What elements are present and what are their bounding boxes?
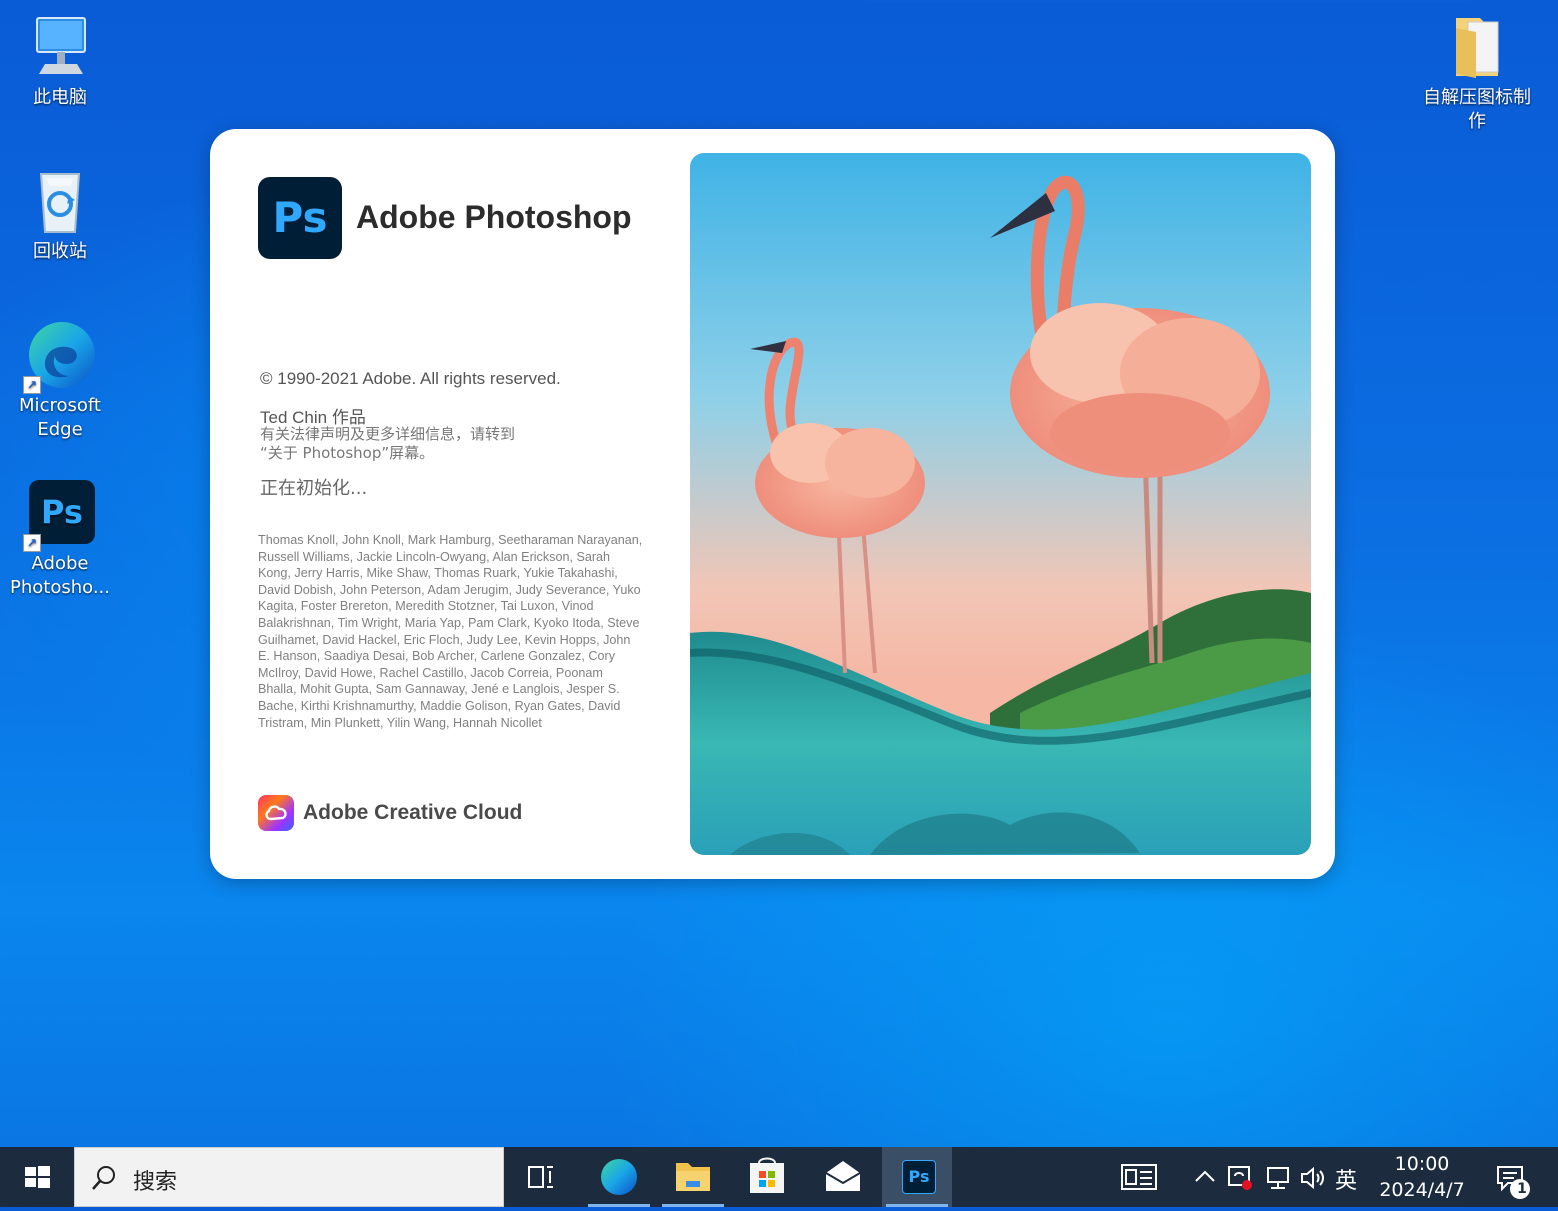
taskbar-mail-button[interactable]: [808, 1147, 878, 1207]
edge-icon: [601, 1159, 637, 1195]
edge-icon: ↗: [23, 320, 95, 394]
copyright-text: © 1990-2021 Adobe. All rights reserved.: [260, 369, 561, 388]
search-placeholder: 搜索: [133, 1170, 178, 1195]
store-icon: [750, 1157, 784, 1193]
photoshop-icon: Ps: [902, 1160, 936, 1194]
clock-date: 2024/4/7: [1379, 1179, 1465, 1201]
desktop-icon-folder[interactable]: 自解压图标制 作: [1418, 12, 1536, 134]
desktop-icon-label-line2: Photosho...: [10, 577, 110, 598]
creative-cloud-label: Adobe Creative Cloud: [303, 801, 523, 824]
creative-cloud-icon: [258, 795, 294, 831]
photoshop-splash-screen: Ps Adobe Photoshop © 1990-2021 Adobe. Al…: [210, 129, 1335, 879]
legal-line-1: 有关法律声明及更多详细信息，请转到: [260, 425, 516, 443]
taskbar-photoshop-button[interactable]: Ps: [882, 1147, 952, 1207]
update-tray-button[interactable]: [1226, 1163, 1256, 1193]
taskbar-store-button[interactable]: [732, 1147, 802, 1207]
mail-icon: [825, 1161, 861, 1191]
desktop-icon-label-line2: 作: [1468, 111, 1486, 132]
start-button[interactable]: [0, 1147, 72, 1207]
app-title: Adobe Photoshop: [356, 199, 632, 235]
desktop-icon-label-line2: Edge: [37, 419, 83, 440]
volume-tray-button[interactable]: [1298, 1163, 1328, 1193]
notification-badge: 1: [1517, 1181, 1527, 1197]
network-tray-button[interactable]: [1264, 1163, 1292, 1193]
clock-time: 10:00: [1394, 1153, 1450, 1175]
folder-icon: [676, 1163, 710, 1191]
legal-line-2: “关于 Photoshop”屏幕。: [260, 444, 435, 462]
photoshop-icon: Ps ↗: [23, 478, 95, 552]
taskbar-edge-button[interactable]: [584, 1147, 654, 1207]
legal-notice: 有关法律声明及更多详细信息，请转到 “关于 Photoshop”屏幕。: [260, 425, 600, 463]
recycle-bin-icon: [25, 166, 95, 236]
taskbar-search-box[interactable]: 搜索: [74, 1147, 504, 1207]
shortcut-arrow-icon: ↗: [23, 534, 41, 552]
action-center-button[interactable]: 1: [1494, 1161, 1534, 1201]
input-method-indicator[interactable]: 英: [1335, 1163, 1357, 1195]
desktop-icon-photoshop[interactable]: Ps ↗ Adobe Photosho...: [10, 478, 110, 600]
splash-artwork: [690, 153, 1311, 855]
news-widget-button[interactable]: [1116, 1161, 1160, 1193]
sync-icon: [1228, 1166, 1252, 1190]
shortcut-arrow-icon: ↗: [23, 376, 41, 394]
desktop-icon-label: 回收站: [33, 241, 87, 262]
desktop-icon-label: 此电脑: [33, 87, 87, 108]
loading-status: 正在初始化...: [260, 478, 368, 499]
speaker-icon: [1301, 1166, 1324, 1190]
chevron-up-icon: [1195, 1170, 1215, 1182]
folder-icon: [1442, 12, 1512, 82]
show-hidden-icons-button[interactable]: [1192, 1165, 1218, 1189]
news-icon: [1121, 1164, 1157, 1190]
computer-icon: [25, 12, 95, 82]
windows-logo-icon: [25, 1166, 50, 1188]
task-view-icon: [528, 1166, 553, 1188]
desktop-icon-label-line1: 自解压图标制: [1423, 87, 1531, 108]
taskbar: 搜索 Ps 英 10:00 2024/4/7 1: [0, 1147, 1558, 1207]
network-icon: [1267, 1167, 1289, 1189]
taskbar-clock[interactable]: 10:00 2024/4/7: [1370, 1151, 1474, 1203]
desktop-icon-label-line1: Microsoft: [19, 395, 101, 416]
taskbar-file-explorer-button[interactable]: [658, 1147, 728, 1207]
photoshop-logo: Ps: [258, 177, 342, 259]
search-icon: [92, 1166, 115, 1190]
desktop-icon-edge[interactable]: ↗ Microsoft Edge: [10, 320, 110, 442]
task-view-button[interactable]: [506, 1147, 576, 1207]
desktop-icon-recycle-bin[interactable]: 回收站: [10, 166, 110, 264]
credits-list: Thomas Knoll, John Knoll, Mark Hamburg, …: [258, 533, 643, 730]
desktop-icon-this-pc[interactable]: 此电脑: [10, 12, 110, 110]
desktop-icon-label-line1: Adobe: [31, 553, 89, 574]
